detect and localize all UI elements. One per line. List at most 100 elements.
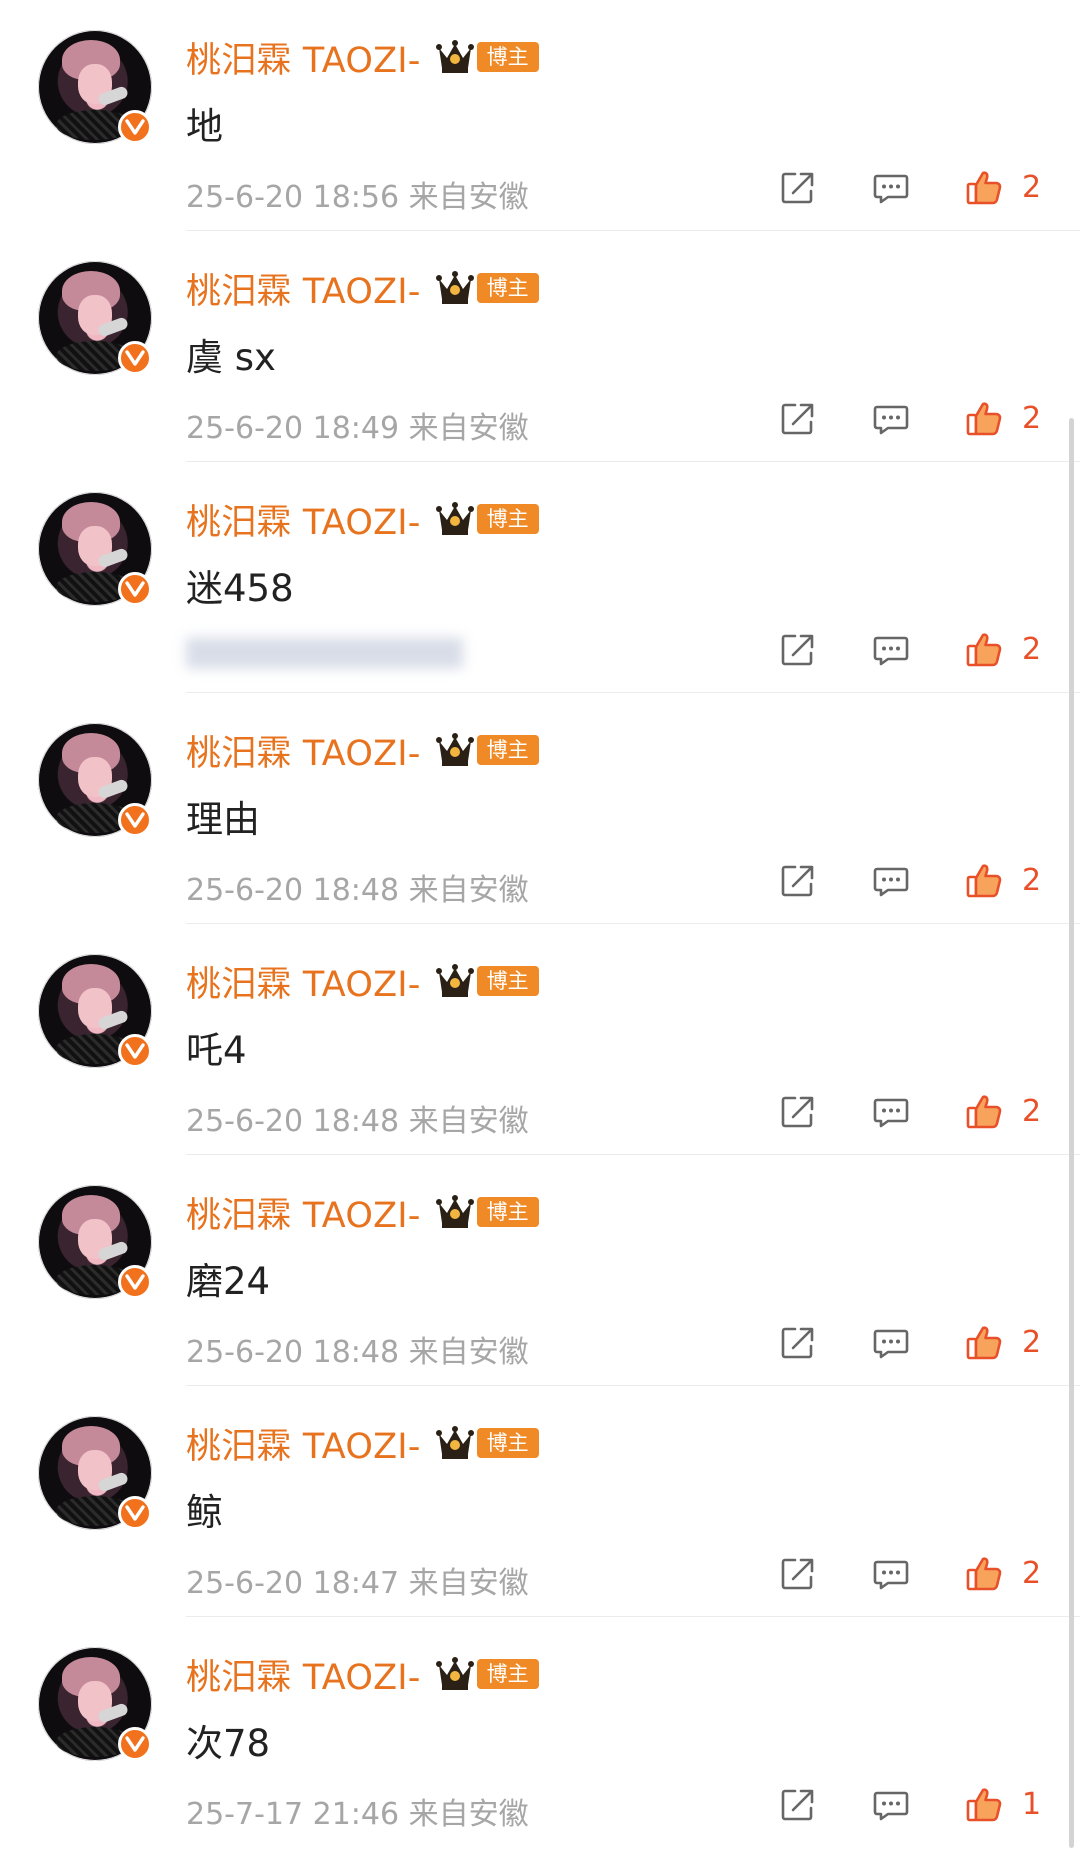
author-badge: 博主 xyxy=(476,273,539,303)
comment-item: 桃汨霖 TAOZI- 博主 鲸 25-6-20 18:47 来自安徽 2 xyxy=(0,1386,1080,1617)
share-icon[interactable] xyxy=(778,1323,818,1363)
verified-v-icon xyxy=(118,1034,152,1068)
author-badge: 博主 xyxy=(476,966,539,996)
comment-text: 地 xyxy=(186,105,223,148)
author-name[interactable]: 桃汨霖 TAOZI- xyxy=(186,956,421,1007)
author-name[interactable]: 桃汨霖 TAOZI- xyxy=(186,1187,421,1238)
comment-time: 25-6-20 18:49 xyxy=(186,411,400,446)
comment-meta: 25-6-20 18:48 来自安徽 xyxy=(186,865,529,909)
author-badge: 博主 xyxy=(476,504,539,534)
like-count: 2 xyxy=(1022,632,1042,667)
verified-v-icon xyxy=(118,341,152,375)
comment-meta-redacted: ▇▇▇▇▇▇▇▇▇▇▇▇ xyxy=(186,634,463,669)
author-name[interactable]: 桃汨霖 TAOZI- xyxy=(186,263,421,314)
comment-icon[interactable] xyxy=(871,1092,911,1132)
share-icon[interactable] xyxy=(778,1554,818,1594)
comment-icon[interactable] xyxy=(871,1554,911,1594)
comment-meta: 25-6-20 18:48 来自安徽 xyxy=(186,1096,529,1140)
crown-icon xyxy=(435,1657,474,1690)
verified-v-icon xyxy=(118,572,152,606)
verified-v-icon xyxy=(118,803,152,837)
comment-text: 磨24 xyxy=(186,1260,271,1303)
comment-location: 来自安徽 xyxy=(408,1104,529,1139)
comment-icon[interactable] xyxy=(871,1323,911,1363)
share-icon[interactable] xyxy=(778,630,818,670)
comment-text: 鲸 xyxy=(186,1491,223,1534)
comment-item: 桃汨霖 TAOZI- 博主 次78 25-7-17 21:46 来自安徽 1 xyxy=(0,1617,1080,1848)
comment-location: 来自安徽 xyxy=(408,180,529,215)
crown-icon xyxy=(435,271,474,304)
thumbs-up-icon[interactable] xyxy=(964,1554,1004,1594)
author-badge: 博主 xyxy=(476,42,539,72)
comment-icon[interactable] xyxy=(871,1785,911,1825)
comment-item: 桃汨霖 TAOZI- 博主 吒4 25-6-20 18:48 来自安徽 2 xyxy=(0,924,1080,1155)
comment-time: 25-6-20 18:48 xyxy=(186,1335,400,1370)
comment-list: 桃汨霖 TAOZI- 博主 地 25-6-20 18:56 来自安徽 2 桃汨霖… xyxy=(0,0,1080,1848)
author-badge: 博主 xyxy=(476,735,539,765)
comment-time: 25-6-20 18:48 xyxy=(186,873,400,908)
comment-time: 25-7-17 21:46 xyxy=(186,1797,400,1832)
comment-time: 25-6-20 18:56 xyxy=(186,180,400,215)
comment-icon[interactable] xyxy=(871,630,911,670)
author-name[interactable]: 桃汨霖 TAOZI- xyxy=(186,1649,421,1700)
comment-meta: 25-6-20 18:48 来自安徽 xyxy=(186,1327,529,1371)
author-name[interactable]: 桃汨霖 TAOZI- xyxy=(186,725,421,776)
author-badge: 博主 xyxy=(476,1659,539,1689)
comment-item: 桃汨霖 TAOZI- 博主 理由 25-6-20 18:48 来自安徽 2 xyxy=(0,693,1080,924)
share-icon[interactable] xyxy=(778,861,818,901)
comment-time: 25-6-20 18:47 xyxy=(186,1566,400,1601)
comment-location: 来自安徽 xyxy=(408,411,529,446)
author-name[interactable]: 桃汨霖 TAOZI- xyxy=(186,494,421,545)
thumbs-up-icon[interactable] xyxy=(964,630,1004,670)
comment-location: 来自安徽 xyxy=(408,1797,529,1832)
scrollbar[interactable] xyxy=(1069,418,1074,1848)
share-icon[interactable] xyxy=(778,1092,818,1132)
comment-text: 吒4 xyxy=(186,1029,247,1072)
verified-v-icon xyxy=(118,110,152,144)
comment-item: 桃汨霖 TAOZI- 博主 迷458 ▇▇▇▇▇▇▇▇▇▇▇▇ 2 xyxy=(0,462,1080,693)
comment-text: 虞 sx xyxy=(186,336,276,379)
comment-text: 理由 xyxy=(186,798,260,841)
author-badge: 博主 xyxy=(476,1197,539,1227)
like-count: 2 xyxy=(1022,401,1042,436)
like-count: 2 xyxy=(1022,1556,1042,1591)
comment-location: 来自安徽 xyxy=(408,1335,529,1370)
comment-time: 25-6-20 18:48 xyxy=(186,1104,400,1139)
comment-meta: 25-6-20 18:47 来自安徽 xyxy=(186,1558,529,1602)
like-count: 2 xyxy=(1022,170,1042,205)
comment-meta: 25-6-20 18:56 来自安徽 xyxy=(186,172,529,216)
thumbs-up-icon[interactable] xyxy=(964,1092,1004,1132)
crown-icon xyxy=(435,964,474,997)
comment-location: 来自安徽 xyxy=(408,873,529,908)
share-icon[interactable] xyxy=(778,1785,818,1825)
verified-v-icon xyxy=(118,1265,152,1299)
crown-icon xyxy=(435,1195,474,1228)
share-icon[interactable] xyxy=(778,399,818,439)
crown-icon xyxy=(435,1426,474,1459)
comment-meta: 25-6-20 18:49 来自安徽 xyxy=(186,403,529,447)
verified-v-icon xyxy=(118,1496,152,1530)
share-icon[interactable] xyxy=(778,168,818,208)
comment-icon[interactable] xyxy=(871,861,911,901)
comment-item: 桃汨霖 TAOZI- 博主 磨24 25-6-20 18:48 来自安徽 2 xyxy=(0,1155,1080,1386)
thumbs-up-icon[interactable] xyxy=(964,168,1004,208)
thumbs-up-icon[interactable] xyxy=(964,1785,1004,1825)
comment-item: 桃汨霖 TAOZI- 博主 虞 sx 25-6-20 18:49 来自安徽 2 xyxy=(0,231,1080,462)
author-badge: 博主 xyxy=(476,1428,539,1458)
like-count: 2 xyxy=(1022,1325,1042,1360)
like-count: 1 xyxy=(1022,1787,1042,1822)
author-name[interactable]: 桃汨霖 TAOZI- xyxy=(186,32,421,83)
author-name[interactable]: 桃汨霖 TAOZI- xyxy=(186,1418,421,1469)
comment-text: 次78 xyxy=(186,1722,271,1765)
thumbs-up-icon[interactable] xyxy=(964,861,1004,901)
like-count: 2 xyxy=(1022,1094,1042,1129)
comment-text: 迷458 xyxy=(186,567,294,610)
crown-icon xyxy=(435,40,474,73)
comment-meta: 25-7-17 21:46 来自安徽 xyxy=(186,1789,529,1833)
comment-icon[interactable] xyxy=(871,168,911,208)
crown-icon xyxy=(435,502,474,535)
thumbs-up-icon[interactable] xyxy=(964,399,1004,439)
comment-icon[interactable] xyxy=(871,399,911,439)
verified-v-icon xyxy=(118,1727,152,1761)
thumbs-up-icon[interactable] xyxy=(964,1323,1004,1363)
